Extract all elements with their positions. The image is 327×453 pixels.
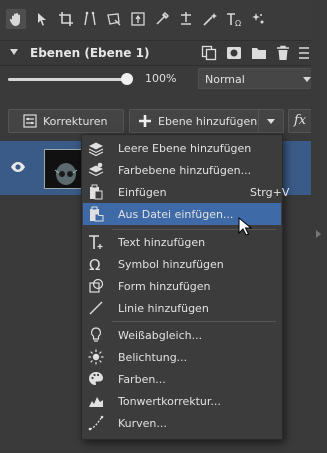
panel-edge (311, 0, 327, 453)
opacity-slider-track[interactable] (8, 78, 126, 81)
opacity-row: 100% Normal (0, 66, 327, 92)
menu-item-label: Farben... (118, 373, 166, 386)
curves-icon (88, 415, 104, 431)
add-layer-label: Ebene hinzufügen (158, 115, 258, 128)
layers-panel-header: Ebenen (Ebene 1) (0, 41, 327, 66)
menu-item-label: Farbebene hinzufügen... (118, 164, 252, 177)
menu-item-add-symbol[interactable]: Ω Symbol hinzufügen (83, 253, 281, 275)
collapse-arrow-icon[interactable] (10, 49, 18, 55)
menu-item-label: Linie hinzufügen (118, 302, 209, 315)
menu-item-label: Form hinzufügen (118, 280, 211, 293)
menu-divider (112, 321, 276, 322)
level-icon[interactable] (176, 9, 196, 29)
sun-icon (88, 349, 104, 365)
menu-item-label: Tonwertkorrektur... (118, 395, 221, 408)
menu-item-add-line[interactable]: Linie hinzufügen (83, 297, 281, 319)
paste-from-file-icon (88, 206, 104, 222)
duplicate-layer-icon[interactable] (201, 45, 217, 61)
text-box-icon[interactable] (128, 9, 148, 29)
line-icon (88, 300, 104, 316)
mouse-cursor-icon (238, 217, 252, 236)
expand-arrow-icon[interactable] (316, 230, 321, 238)
trash-icon[interactable] (275, 45, 291, 61)
menu-item-paste[interactable]: Einfügen Strg+V (83, 181, 289, 203)
mask-icon[interactable] (226, 45, 242, 61)
menu-item-label: Weißabgleich... (118, 329, 203, 342)
add-layer-dropdown[interactable] (258, 109, 284, 133)
adjustments-icon (23, 114, 37, 128)
text-add-icon (88, 234, 104, 250)
menu-item-label: Aus Datei einfügen... (118, 208, 234, 221)
color-layer-icon (88, 162, 104, 178)
blend-mode-select[interactable]: Normal (198, 68, 318, 89)
opacity-value: 100% (145, 72, 177, 85)
menu-item-label: Symbol hinzufügen (118, 258, 224, 271)
adjustments-button[interactable]: Korrekturen (8, 109, 124, 133)
menu-item-label: Kurven... (118, 417, 167, 430)
omega-icon: Ω (88, 256, 104, 274)
menu-item-color-layer[interactable]: Farbebene hinzufügen... (83, 159, 281, 181)
menu-item-add-shape[interactable]: Form hinzufügen (83, 275, 281, 297)
palette-icon (88, 371, 104, 387)
toolbar: Ω (0, 0, 327, 41)
layer-actions-row: Korrekturen Ebene hinzufügen fx (0, 106, 327, 136)
menu-item-empty-layer[interactable]: Leere Ebene hinzufügen (83, 137, 281, 159)
perspective-icon[interactable] (80, 9, 100, 29)
text-omega-icon[interactable]: Ω (224, 9, 244, 29)
hand-icon[interactable] (6, 9, 26, 29)
adjustments-label: Korrekturen (43, 115, 108, 128)
wand-icon[interactable] (200, 9, 220, 29)
crop-icon[interactable] (56, 9, 76, 29)
menu-item-label: Leere Ebene hinzufügen (118, 142, 252, 155)
chevron-down-icon (267, 119, 275, 124)
eyedropper-icon[interactable] (152, 9, 172, 29)
pointer-icon[interactable] (32, 9, 52, 29)
opacity-slider-thumb[interactable] (121, 73, 133, 85)
svg-text:Ω: Ω (235, 19, 241, 27)
chevron-down-icon (303, 77, 311, 82)
menu-item-curves[interactable]: Kurven... (83, 412, 281, 434)
eye-icon[interactable] (10, 161, 26, 173)
menu-item-label: Text hinzufügen (118, 236, 206, 249)
paste-icon (88, 184, 104, 200)
transform-icon[interactable] (104, 9, 124, 29)
add-layer-menu: Leere Ebene hinzufügen Farbebene hinzufü… (81, 134, 289, 440)
bulb-icon (88, 327, 104, 343)
menu-item-label: Einfügen (118, 186, 167, 199)
layers-panel-title: Ebenen (Ebene 1) (30, 46, 150, 60)
menu-item-levels[interactable]: Tonwertkorrektur... (83, 390, 281, 412)
layer-thumbnail (44, 149, 86, 189)
svg-text:Ω: Ω (89, 256, 100, 272)
menu-item-colors[interactable]: Farben... (83, 368, 281, 390)
menu-item-white-balance[interactable]: Weißabgleich... (83, 324, 281, 346)
layers-plus-icon (88, 140, 104, 157)
menu-item-label: Belichtung... (118, 351, 188, 364)
shape-icon (88, 278, 104, 294)
plus-icon (139, 115, 151, 127)
blend-mode-value: Normal (205, 73, 245, 86)
menu-item-exposure[interactable]: Belichtung... (83, 346, 281, 368)
fx-label: fx (294, 113, 307, 128)
menu-item-shortcut: Strg+V (250, 186, 290, 199)
more-menu-icon[interactable] (298, 45, 310, 61)
histogram-icon (88, 393, 104, 409)
fx-button[interactable]: fx (288, 109, 312, 133)
sparkle-icon[interactable] (248, 9, 268, 29)
folder-icon[interactable] (251, 45, 267, 61)
